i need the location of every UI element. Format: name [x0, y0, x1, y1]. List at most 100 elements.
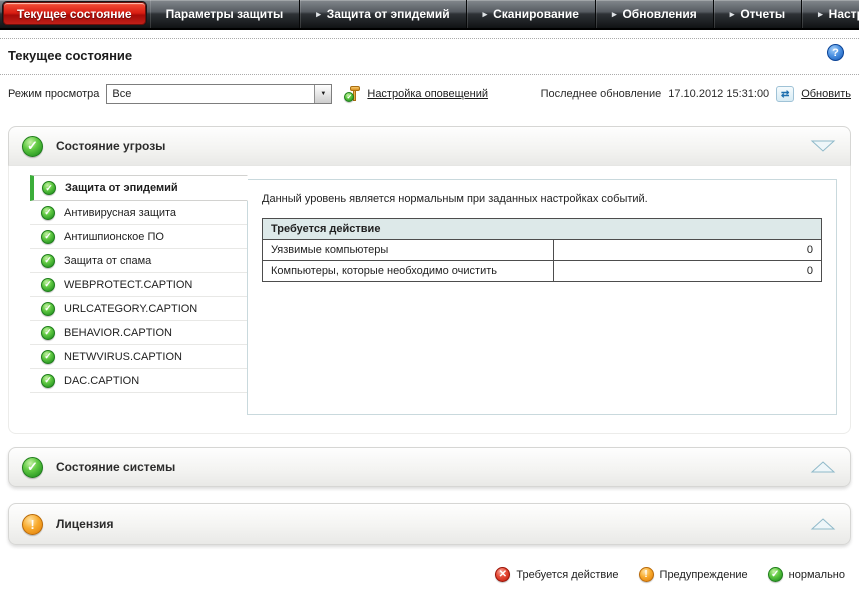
sidebar-item-label: BEHAVIOR.CAPTION: [64, 327, 172, 339]
sidebar-item-label: Антивирусная защита: [64, 207, 176, 219]
sidebar-item-8[interactable]: ✓ NETWVIRUS.CAPTION: [30, 345, 247, 369]
sidebar-item-label: DAC.CAPTION: [64, 375, 139, 387]
nav-tab-label: Отчеты: [740, 7, 785, 21]
nav-tab-4[interactable]: ▸ Сканирование: [467, 0, 596, 28]
toolbar: Режим просмотра Все ▼ ✓ Настройка оповещ…: [0, 75, 859, 116]
expand-toggle-icon[interactable]: [810, 460, 836, 474]
application-window: Текущее состояние Параметры защиты ▸ Защита…: [0, 0, 859, 593]
threat-panel-header[interactable]: ✓ Состояние угрозы: [8, 126, 851, 166]
ok-status-icon: ✓: [41, 326, 55, 340]
nav-tab-1[interactable]: Текущее состояние: [3, 2, 146, 25]
sidebar-item-6[interactable]: ✓ URLCATEGORY.CAPTION: [30, 297, 247, 321]
view-mode-selected-value: Все: [112, 88, 314, 100]
nav-tab-label: Текущее состояние: [17, 7, 132, 21]
sidebar-item-7[interactable]: ✓ BEHAVIOR.CAPTION: [30, 321, 247, 345]
submenu-arrow-icon: ▸: [316, 9, 321, 20]
refresh-link[interactable]: Обновить: [801, 88, 851, 100]
legend-item: ✓ нормально: [768, 567, 845, 582]
legend-item: ! Предупреждение: [639, 567, 748, 582]
nav-tab-5[interactable]: ▸ Обновления: [596, 0, 714, 28]
refresh-icon[interactable]: ⇄: [776, 86, 794, 102]
nav-tab-label: Обновления: [622, 7, 696, 21]
sidebar-item-label: Защита от эпидемий: [65, 182, 178, 194]
page-header: Текущее состояние ?: [0, 38, 859, 75]
nav-tab-label: Сканирование: [493, 7, 579, 21]
submenu-arrow-icon: ▸: [483, 9, 488, 20]
threat-status-panel: ✓ Состояние угрозы ✓Защита от эпидемий✓А…: [8, 126, 851, 434]
nav-tab-label: Защита от эпидемий: [327, 7, 450, 21]
table-row: Компьютеры, которые необходимо очистить0: [263, 261, 822, 282]
ok-status-icon: ✓: [22, 136, 43, 157]
threat-level-description: Данный уровень является нормальным при з…: [262, 193, 822, 205]
ok-status-icon: ✓: [41, 278, 55, 292]
last-update-label: Последнее обновление: [541, 88, 662, 100]
sidebar-item-2[interactable]: ✓Антивирусная защита: [30, 201, 247, 225]
sidebar-item-4[interactable]: ✓ Защита от спама: [30, 249, 247, 273]
sidebar-item-1[interactable]: ✓ Защита от эпидемий: [30, 175, 248, 201]
submenu-arrow-icon: ▸: [730, 9, 735, 20]
table-header: Требуется действие: [263, 219, 822, 240]
page-title: Текущее состояние: [8, 48, 851, 63]
system-status-panel: ✓ Состояние системы: [8, 447, 851, 487]
protection-category-list: ✓Защита от эпидемий✓Антивирусная защита✓…: [30, 175, 247, 393]
threat-panel-body: ✓Защита от эпидемий✓Антивирусная защита✓…: [8, 166, 851, 434]
nav-tabs: Текущее состояние Параметры защиты ▸ Защита…: [0, 0, 859, 28]
help-icon[interactable]: ?: [827, 44, 844, 61]
system-panel-title: Состояние системы: [56, 460, 175, 474]
legend-label: Требуется действие: [516, 569, 618, 581]
sidebar-item-label: NETWVIRUS.CAPTION: [64, 351, 182, 363]
last-update-value: 17.10.2012 15:31:00: [668, 88, 769, 100]
view-mode-label: Режим просмотра: [8, 88, 99, 100]
warning-status-icon: !: [22, 514, 43, 535]
action-required-table: Требуется действие Уязвимые компьютеры0К…: [262, 218, 822, 282]
ok-status-icon: ✓: [22, 457, 43, 478]
sidebar-item-label: WEBPROTECT.CAPTION: [64, 279, 192, 291]
ok-status-icon: ✓: [41, 254, 55, 268]
submenu-arrow-icon: ▸: [818, 9, 823, 20]
license-panel-header[interactable]: ! Лицензия: [8, 503, 851, 545]
status-legend: ✕ Требуется действие! Предупреждение ✓ норма…: [0, 567, 845, 582]
sidebar-item-5[interactable]: ✓ WEBPROTECT.CAPTION: [30, 273, 247, 297]
ok-status-icon: ✓: [42, 181, 56, 195]
license-panel: ! Лицензия: [8, 503, 851, 545]
nav-tab-3[interactable]: ▸ Защита от эпидемий: [300, 0, 466, 28]
alert-settings-link[interactable]: Настройка оповещений: [367, 88, 488, 100]
sidebar-item-3[interactable]: ✓ Антишпионское ПО: [30, 225, 247, 249]
table-cell-label: Компьютеры, которые необходимо очистить: [263, 261, 554, 282]
submenu-arrow-icon: ▸: [612, 9, 617, 20]
threat-detail-content: Данный уровень является нормальным при з…: [247, 179, 837, 415]
toolbar-right-group: Последнее обновление 17.10.2012 15:31:00…: [541, 86, 851, 102]
sidebar-item-label: Защита от спама: [64, 255, 151, 267]
view-mode-select[interactable]: Все ▼: [106, 84, 332, 104]
legend-label: нормально: [789, 569, 845, 581]
error-status-icon: ✕: [495, 567, 510, 582]
chevron-down-icon[interactable]: ▼: [314, 85, 331, 103]
legend-label: Предупреждение: [660, 569, 748, 581]
table-cell-value: 0: [553, 261, 821, 282]
nav-tab-label: Настройка: [829, 7, 859, 21]
nav-tab-label: Параметры защиты: [166, 7, 284, 21]
collapse-toggle-icon[interactable]: [810, 139, 836, 153]
warning-status-icon: !: [639, 567, 654, 582]
license-panel-title: Лицензия: [56, 517, 113, 531]
nav-tab-6[interactable]: ▸ Отчеты: [714, 0, 802, 28]
legend-item: ✕ Требуется действие: [495, 567, 618, 582]
top-navigation-bar: Текущее состояние Параметры защиты ▸ Защита…: [0, 0, 859, 30]
table-cell-value: 0: [553, 240, 821, 261]
system-panel-header[interactable]: ✓ Состояние системы: [8, 447, 851, 487]
threat-panel-title: Состояние угрозы: [56, 139, 165, 153]
alert-settings-icon[interactable]: ✓: [344, 86, 360, 102]
expand-toggle-icon[interactable]: [810, 517, 836, 531]
ok-status-icon: ✓: [41, 350, 55, 364]
ok-status-icon: ✓: [41, 230, 55, 244]
sidebar-item-label: URLCATEGORY.CAPTION: [64, 303, 197, 315]
sidebar-item-label: Антишпионское ПО: [64, 231, 164, 243]
ok-status-icon: ✓: [41, 374, 55, 388]
table-row: Уязвимые компьютеры0: [263, 240, 822, 261]
ok-status-icon: ✓: [41, 302, 55, 316]
sidebar-item-9[interactable]: ✓ DAC.CAPTION: [30, 369, 247, 393]
nav-tab-7[interactable]: ▸ Настройка: [802, 0, 859, 28]
ok-status-icon: ✓: [768, 567, 783, 582]
table-cell-label: Уязвимые компьютеры: [263, 240, 554, 261]
nav-tab-2[interactable]: Параметры защиты: [150, 0, 301, 28]
